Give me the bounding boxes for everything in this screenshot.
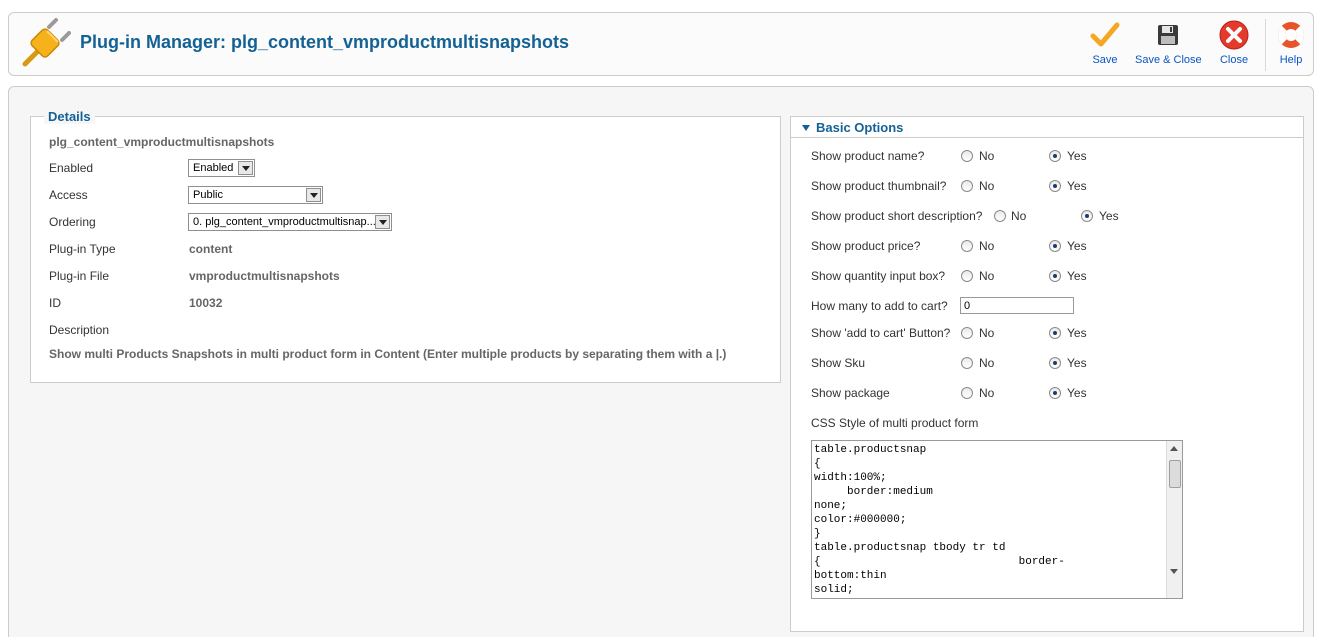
radio-yes-label: Yes [1099,209,1119,223]
help-label: Help [1279,54,1303,66]
show-short-description-yes-radio[interactable] [1081,210,1093,222]
basic-options-header[interactable]: Basic Options [791,117,1303,138]
show-product-name-no-radio[interactable] [961,150,973,162]
radio-yes-label: Yes [1067,239,1087,253]
plugin-file-value: vmproductmultisnapshots [189,269,340,283]
show-package-yes-radio[interactable] [1049,387,1061,399]
access-label: Access [49,188,88,202]
scroll-down-icon[interactable] [1170,569,1178,574]
page-title: Plug-in Manager: plg_content_vmproductmu… [80,32,570,52]
save-close-button[interactable]: Save & Close [1135,19,1202,71]
radio-no-label: No [979,269,995,283]
add-to-cart-quantity-label: How many to add to cart? [811,299,948,313]
enabled-label: Enabled [49,161,94,175]
close-icon [1219,20,1249,50]
main-content: Details plg_content_vmproductmultisnapsh… [8,86,1314,637]
radio-no-label: No [979,356,995,370]
radio-no-label: No [979,239,995,253]
radio-no-label: No [979,386,995,400]
show-product-thumbnail-no-radio[interactable] [961,180,973,192]
save-button[interactable]: Save [1087,19,1123,71]
show-sku-yes-radio[interactable] [1049,357,1061,369]
close-label: Close [1219,54,1249,66]
show-sku-label: Show Sku [811,356,866,370]
ordering-select[interactable]: 0. plg_content_vmproductmultisnap... [188,213,392,231]
access-select[interactable]: Public [188,186,323,204]
add-to-cart-quantity-input[interactable] [960,297,1074,314]
ordering-label: Ordering [49,215,96,229]
show-product-thumbnail-label: Show product thumbnail? [811,179,947,193]
radio-yes-label: Yes [1067,149,1087,163]
plugin-type-value: content [189,242,233,256]
show-product-name-label: Show product name? [811,149,925,163]
id-value: 10032 [189,296,223,310]
show-quantity-input-label: Show quantity input box? [811,269,946,283]
description-label: Description [49,323,110,337]
show-product-name-yes-radio[interactable] [1049,150,1061,162]
enabled-select[interactable]: Enabled [188,159,255,177]
checkmark-icon [1090,22,1120,47]
show-package-label: Show package [811,386,890,400]
ordering-select-value: 0. plg_content_vmproductmultisnap... [193,216,376,228]
plugin-icon [22,18,71,67]
radio-no-label: No [1011,209,1027,223]
css-style-textarea[interactable]: table.productsnap { width:100%; border:m… [811,440,1183,599]
show-sku-no-radio[interactable] [961,357,973,369]
plugin-type-label: Plug-in Type [49,242,116,256]
triangle-down-icon [802,125,810,131]
show-package-no-radio[interactable] [961,387,973,399]
show-product-price-yes-radio[interactable] [1049,240,1061,252]
show-short-description-label: Show product short description? [811,209,983,223]
show-quantity-input-no-radio[interactable] [961,270,973,282]
show-add-to-cart-button-label: Show 'add to cart' Button? [811,326,951,340]
radio-no-label: No [979,326,995,340]
floppy-disk-icon [1158,25,1178,45]
radio-no-label: No [979,179,995,193]
show-add-to-cart-button-yes-radio[interactable] [1049,327,1061,339]
details-legend: Details [44,109,95,124]
plugin-file-label: Plug-in File [49,269,110,283]
details-fieldset: Details plg_content_vmproductmultisnapsh… [30,109,781,383]
radio-yes-label: Yes [1067,386,1087,400]
save-close-label: Save & Close [1135,54,1202,66]
show-add-to-cart-button-no-radio[interactable] [961,327,973,339]
radio-yes-label: Yes [1067,269,1087,283]
save-label: Save [1092,54,1118,66]
basic-options-panel: Basic Options Show product name? No Yes … [790,116,1304,632]
toolbar-separator [1265,19,1266,71]
show-quantity-input-yes-radio[interactable] [1049,270,1061,282]
basic-options-title: Basic Options [816,120,904,135]
radio-yes-label: Yes [1067,326,1087,340]
radio-yes-label: Yes [1067,179,1087,193]
description-text: Show multi Products Snapshots in multi p… [49,347,727,361]
scroll-up-icon[interactable] [1170,446,1178,451]
access-select-value: Public [193,189,223,201]
textarea-scrollbar[interactable] [1166,441,1182,598]
plugin-name: plg_content_vmproductmultisnapshots [49,135,275,149]
toolbar: Plug-in Manager: plg_content_vmproductmu… [8,12,1314,76]
lifebuoy-icon [1278,22,1304,48]
radio-yes-label: Yes [1067,356,1087,370]
chevron-down-icon [375,215,390,229]
show-short-description-no-radio[interactable] [994,210,1006,222]
radio-no-label: No [979,149,995,163]
chevron-down-icon [238,161,253,175]
show-product-price-no-radio[interactable] [961,240,973,252]
css-style-text: table.productsnap { width:100%; border:m… [814,444,1065,596]
id-label: ID [49,296,61,310]
help-button[interactable]: Help [1273,19,1309,71]
show-product-price-label: Show product price? [811,239,921,253]
show-product-thumbnail-yes-radio[interactable] [1049,180,1061,192]
close-button[interactable]: Close [1216,19,1252,71]
scrollbar-thumb[interactable] [1169,460,1181,488]
css-style-label: CSS Style of multi product form [811,416,979,430]
enabled-select-value: Enabled [193,162,234,174]
chevron-down-icon [306,188,321,202]
